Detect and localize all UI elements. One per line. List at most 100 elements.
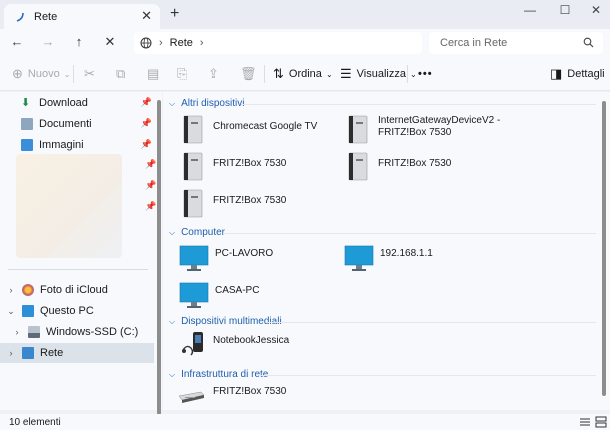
- search-icon: [583, 37, 594, 48]
- chevron-right-icon[interactable]: ›: [12, 327, 22, 337]
- divider: [73, 65, 74, 83]
- blurred-content: [16, 154, 122, 258]
- paste-icon[interactable]: ▤: [147, 66, 164, 82]
- media-player-icon: [181, 330, 207, 358]
- icloud-photos-icon: [22, 284, 34, 296]
- media-device-item[interactable]: NotebookJessica: [181, 330, 289, 358]
- computer-item[interactable]: 192.168.1.1: [344, 244, 433, 274]
- address-field[interactable]: › Rete ›: [134, 32, 422, 54]
- tab-close-icon[interactable]: ✕: [141, 8, 152, 24]
- new-label: Nuovo: [27, 68, 60, 80]
- sidebar-scrollbar[interactable]: [157, 100, 161, 415]
- item-label: InternetGatewayDeviceV2 -: [378, 115, 501, 126]
- sidebar-item-label: Windows-SSD (C:): [46, 326, 139, 338]
- group-header-other-devices[interactable]: ⌵ Altri dispositivi: [169, 98, 244, 109]
- chevron-down-icon: ⌄: [409, 69, 417, 79]
- chevron-down-icon[interactable]: ⌄: [6, 306, 16, 317]
- new-button[interactable]: ⊕ Nuovo ⌄: [12, 66, 70, 82]
- item-label-line2: FRITZ!Box 7530: [378, 127, 452, 138]
- tab-title: Rete: [34, 10, 58, 23]
- device-item[interactable]: InternetGatewayDeviceV2 - FRITZ!Box 7530: [346, 115, 500, 145]
- device-icon: [181, 189, 205, 219]
- share-icon[interactable]: ⇪: [208, 66, 224, 82]
- navigation-pane: ⬇ Download 📌 Documenti 📌 Immagini 📌 📌 📌 …: [0, 92, 162, 410]
- item-label: FRITZ!Box 7530: [213, 158, 287, 169]
- group-title: Computer: [181, 227, 225, 238]
- chevron-down-icon: ⌄: [63, 69, 71, 79]
- chevron-down-icon: ⌵: [169, 227, 176, 237]
- sidebar-item-immagini[interactable]: Immagini 📌: [0, 135, 154, 155]
- sidebar-item-this-pc[interactable]: ⌄ Questo PC: [0, 301, 154, 321]
- pin-icon[interactable]: 📌: [141, 139, 152, 150]
- pin-icon[interactable]: 📌: [145, 159, 156, 170]
- copy-icon[interactable]: ⧉: [116, 66, 130, 82]
- plus-circle-icon: ⊕: [12, 66, 23, 81]
- breadcrumb-chevron-icon[interactable]: ›: [159, 37, 163, 49]
- divider: [8, 269, 148, 270]
- pin-icon[interactable]: 📌: [141, 118, 152, 129]
- rename-icon[interactable]: ⎘: [177, 66, 192, 82]
- tab-rete[interactable]: Rete ✕: [4, 4, 160, 29]
- search-placeholder: Cerca in Rete: [440, 37, 508, 49]
- sidebar-item-download[interactable]: ⬇ Download 📌: [0, 93, 154, 113]
- device-item[interactable]: FRITZ!Box 7530: [181, 189, 286, 219]
- chevron-right-icon[interactable]: ›: [6, 348, 16, 358]
- item-label: FRITZ!Box 7530: [213, 195, 287, 206]
- sidebar-item-documenti[interactable]: Documenti 📌: [0, 114, 154, 134]
- sidebar-item-rete[interactable]: › Rete: [0, 343, 154, 363]
- chevron-right-icon[interactable]: ›: [6, 285, 16, 295]
- network-device-item[interactable]: FRITZ!Box 7530: [177, 386, 286, 408]
- sidebar-item-icloud[interactable]: › Foto di iCloud: [0, 280, 154, 300]
- details-button[interactable]: ◨ Dettagli: [550, 66, 605, 82]
- device-item[interactable]: Chromecast Google TV: [181, 115, 317, 145]
- item-count: 10 elementi: [9, 417, 61, 428]
- forward-icon[interactable]: →: [39, 33, 57, 51]
- pin-icon[interactable]: 📌: [141, 97, 152, 108]
- breadcrumb-chevron-icon[interactable]: ›: [200, 37, 204, 49]
- device-item[interactable]: FRITZ!Box 7530: [181, 152, 286, 182]
- divider: [407, 65, 408, 83]
- computer-item[interactable]: CASA-PC: [179, 281, 259, 311]
- item-label: FRITZ!Box 7530: [378, 158, 452, 169]
- close-window-button[interactable]: ✕: [576, 3, 610, 17]
- group-header-infrastructure[interactable]: ⌵ Infrastruttura di rete: [169, 369, 268, 380]
- sidebar-item-drive[interactable]: › Windows-SSD (C:): [0, 322, 154, 342]
- sort-icon: ⇅: [273, 66, 284, 81]
- tiles-view-icon[interactable]: [595, 416, 607, 428]
- chevron-down-icon: ⌵: [169, 369, 176, 379]
- up-icon[interactable]: ↑: [70, 33, 88, 51]
- group-title: Altri dispositivi: [181, 98, 245, 109]
- sort-button[interactable]: ⇅ Ordina ⌄: [273, 66, 333, 82]
- network-icon: [22, 347, 34, 359]
- item-label: NotebookJessica: [213, 335, 290, 346]
- search-input[interactable]: Cerca in Rete: [429, 32, 603, 54]
- view-button[interactable]: ☰ Visualizza ⌄: [340, 66, 417, 82]
- group-header-computer[interactable]: ⌵ Computer: [169, 227, 225, 238]
- device-icon: [346, 115, 370, 145]
- delete-icon[interactable]: 🗑: [240, 66, 262, 82]
- computer-icon: [22, 305, 34, 317]
- network-icon: [16, 12, 24, 22]
- details-label: Dettagli: [567, 68, 605, 80]
- details-view-icon[interactable]: [579, 416, 591, 428]
- group-header-multimedia[interactable]: ⌵ Dispositivi multimediali: [169, 316, 282, 327]
- view-label: Visualizza: [356, 68, 406, 80]
- more-options-button[interactable]: •••: [418, 66, 433, 82]
- divider: [241, 104, 596, 105]
- command-bar: ⊕ Nuovo ⌄ ✂ ⧉ ▤ ⎘ ⇪ 🗑 ⇅ Ordina ⌄ ☰ Visua…: [0, 56, 610, 91]
- divider: [259, 375, 596, 376]
- back-icon[interactable]: ←: [8, 33, 26, 51]
- device-item[interactable]: FRITZ!Box 7530: [346, 152, 451, 182]
- breadcrumb[interactable]: Rete: [170, 37, 193, 49]
- cut-icon[interactable]: ✂: [84, 66, 100, 82]
- content-scrollbar[interactable]: [602, 101, 606, 396]
- pin-icon[interactable]: 📌: [145, 180, 156, 191]
- minimize-button[interactable]: —: [510, 3, 550, 17]
- pin-icon[interactable]: 📌: [145, 201, 156, 212]
- documents-icon: [21, 118, 33, 130]
- globe-icon: [140, 37, 152, 49]
- computer-item[interactable]: PC-LAVORO: [179, 244, 273, 274]
- refresh-icon[interactable]: ✕: [101, 33, 119, 51]
- device-icon: [181, 115, 205, 145]
- new-tab-button[interactable]: +: [170, 5, 179, 23]
